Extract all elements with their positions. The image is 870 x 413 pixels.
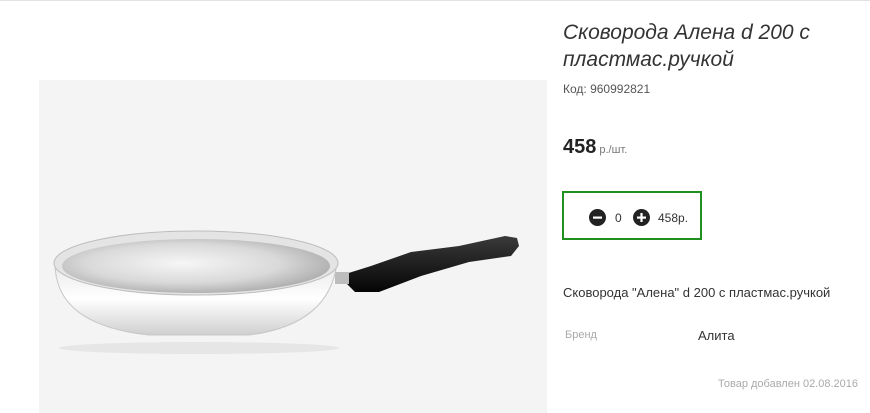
product-added-date: Товар добавлен 02.08.2016	[718, 378, 859, 390]
frying-pan-image	[53, 230, 519, 354]
product-page: Сковорода Алена d 200 с пластмас.ручкой …	[0, 0, 870, 413]
product-image	[39, 80, 547, 413]
product-title: Сковорода Алена d 200 с пластмас.ручкой	[563, 21, 810, 71]
brand-value: Алита	[698, 328, 735, 343]
quantity-total-price: 458р.	[658, 211, 689, 225]
quantity-selector: 0 458р.	[562, 191, 702, 240]
increase-quantity-button[interactable]	[633, 209, 650, 226]
plus-circle-icon	[637, 213, 646, 222]
price-value: 458	[563, 136, 597, 158]
price-unit: р./шт.	[599, 144, 628, 156]
product-price: 458 р./шт.	[563, 136, 627, 159]
product-sku: Код: 960992821	[563, 82, 651, 96]
quantity-value[interactable]: 0	[615, 211, 622, 225]
product-description: Сковорода "Алена" d 200 с пластмас.ручко…	[563, 285, 831, 300]
minus-circle-icon	[593, 216, 602, 219]
decrease-quantity-button[interactable]	[589, 209, 606, 226]
brand-label: Бренд	[565, 329, 597, 341]
top-divider	[0, 0, 870, 1]
